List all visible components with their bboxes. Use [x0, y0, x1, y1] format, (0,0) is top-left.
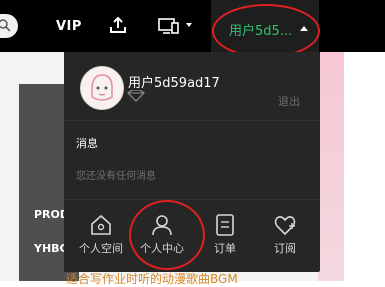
background-panel [344, 52, 385, 281]
order-icon [216, 214, 234, 236]
username: 用户5d59ad17 [128, 76, 220, 91]
search-icon [0, 19, 11, 32]
nav-label: 个人空间 [79, 242, 123, 255]
background-banner [318, 52, 344, 281]
avatar[interactable] [80, 66, 124, 110]
annotation-circle [129, 200, 205, 270]
background-text: YHBC [34, 242, 68, 255]
logout-button[interactable]: 退出 [278, 93, 300, 109]
upload-icon[interactable] [108, 15, 128, 35]
chevron-down-icon[interactable] [186, 23, 192, 27]
divider [64, 199, 320, 200]
messages-empty-text: 您还没有任何消息 [76, 171, 156, 182]
home-icon [91, 214, 111, 235]
divider [64, 120, 320, 121]
nav-label: 订阅 [274, 242, 296, 255]
device-icon[interactable] [158, 17, 180, 35]
nav-subscriptions[interactable]: 订阅 [255, 213, 315, 256]
avatar-illustration-icon [82, 68, 122, 108]
subscribe-heart-icon [274, 216, 296, 236]
messages-title[interactable]: 消息 [76, 135, 98, 151]
annotation-circle [212, 4, 320, 58]
nav-personal-space[interactable]: 个人空间 [71, 213, 131, 256]
background-playlist-title[interactable]: 适合写作业时听的动漫歌曲BGM [66, 270, 238, 287]
vip-link[interactable]: VIP [56, 19, 82, 34]
diamond-level-icon [127, 90, 145, 102]
